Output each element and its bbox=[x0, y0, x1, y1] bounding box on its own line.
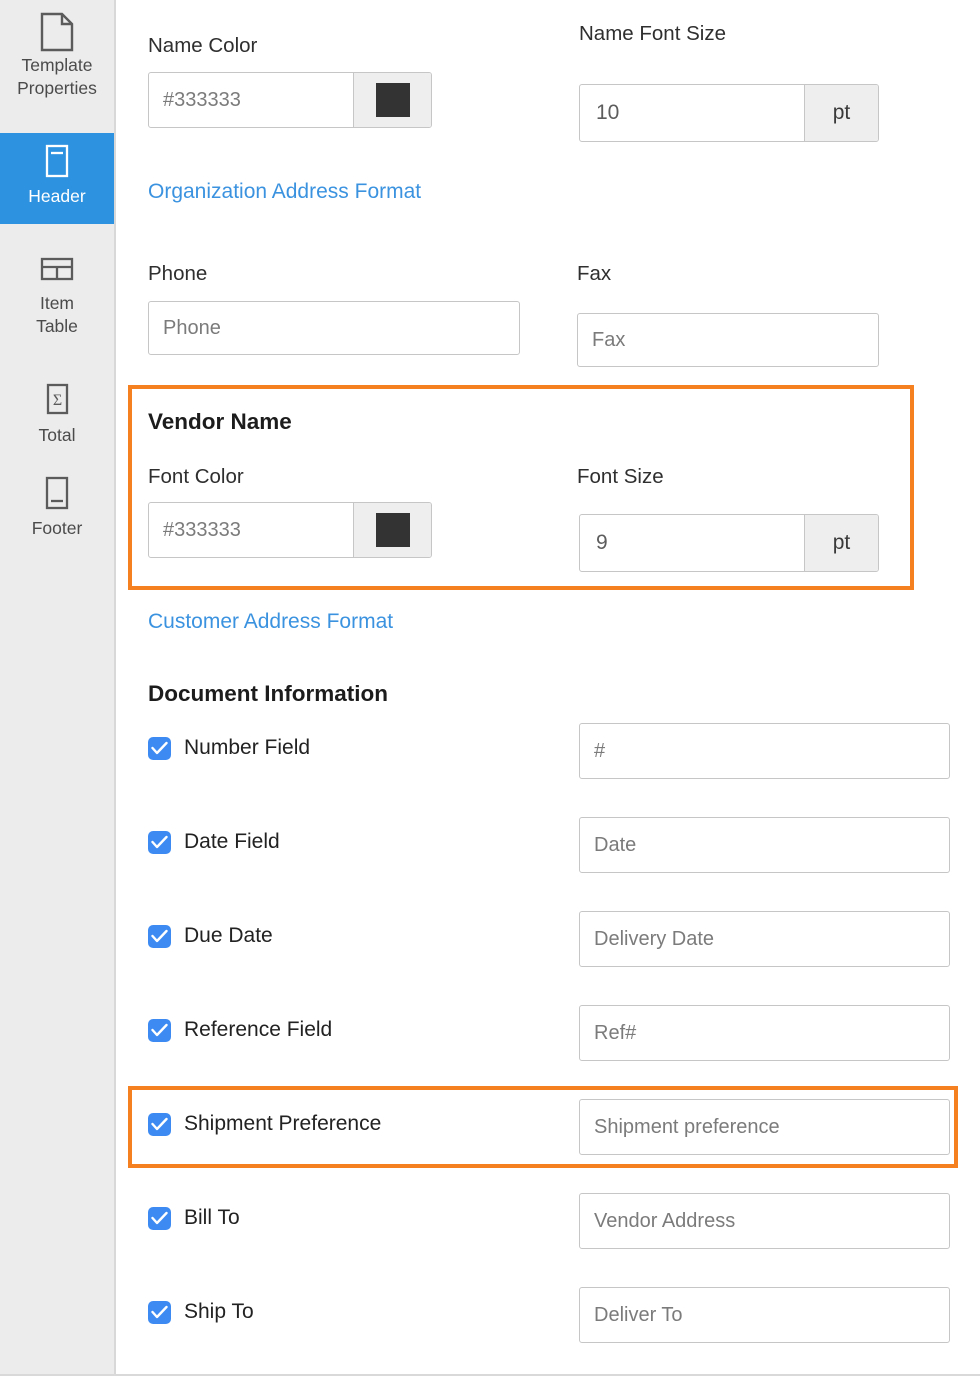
input-number-field[interactable]: # bbox=[579, 723, 950, 779]
name-color-picker[interactable]: #333333 bbox=[148, 72, 432, 128]
sidebar-label-footer: Footer bbox=[4, 517, 110, 540]
vendor-font-size-input[interactable]: 9 bbox=[580, 515, 804, 571]
organization-address-format-link[interactable]: Organization Address Format bbox=[148, 180, 421, 204]
label-reference-field: Reference Field bbox=[184, 1018, 332, 1042]
color-swatch-icon bbox=[376, 83, 410, 117]
row-date-field[interactable]: Date Field bbox=[148, 830, 280, 854]
input-due-date[interactable]: Delivery Date bbox=[579, 911, 950, 967]
color-swatch-icon bbox=[376, 513, 410, 547]
vendor-font-color-label: Font Color bbox=[148, 465, 244, 489]
template-editor-panel: Template Properties Header bbox=[0, 0, 980, 1376]
input-ship-to[interactable]: Deliver To bbox=[579, 1287, 950, 1343]
document-information-title: Document Information bbox=[148, 681, 388, 707]
checkbox-shipment-preference[interactable] bbox=[148, 1113, 171, 1136]
row-number-field[interactable]: Number Field bbox=[148, 736, 310, 760]
checkbox-number-field[interactable] bbox=[148, 737, 171, 760]
vendor-font-color-input[interactable]: #333333 bbox=[149, 503, 353, 557]
fax-input[interactable]: Fax bbox=[577, 313, 879, 367]
name-font-size-input[interactable]: 10 bbox=[580, 85, 804, 141]
table-icon bbox=[4, 250, 110, 290]
input-date-field[interactable]: Date bbox=[579, 817, 950, 873]
name-color-swatch-button[interactable] bbox=[353, 73, 431, 127]
sidebar-label-header: Header bbox=[4, 185, 110, 208]
sidebar-item-footer[interactable]: Footer bbox=[0, 465, 114, 552]
label-number-field: Number Field bbox=[184, 736, 310, 760]
name-font-size-unit: pt bbox=[804, 85, 878, 141]
header-settings-content: Name Color #333333 Name Font Size 10 pt … bbox=[118, 0, 980, 1376]
checkbox-date-field[interactable] bbox=[148, 831, 171, 854]
footer-block-icon bbox=[4, 475, 110, 515]
row-due-date[interactable]: Due Date bbox=[148, 924, 273, 948]
vendor-font-color-swatch-button[interactable] bbox=[353, 503, 431, 557]
row-bill-to[interactable]: Bill To bbox=[148, 1206, 240, 1230]
checkbox-due-date[interactable] bbox=[148, 925, 171, 948]
vendor-name-title: Vendor Name bbox=[148, 409, 292, 435]
row-shipment-preference[interactable]: Shipment Preference bbox=[148, 1112, 381, 1136]
sidebar-label-total: Total bbox=[4, 424, 110, 447]
header-block-icon bbox=[4, 143, 110, 183]
vendor-font-size-label: Font Size bbox=[577, 465, 664, 489]
sidebar-item-header[interactable]: Header bbox=[0, 133, 114, 224]
phone-input[interactable]: Phone bbox=[148, 301, 520, 355]
vendor-font-size-unit: pt bbox=[804, 515, 878, 571]
name-color-label: Name Color bbox=[148, 34, 257, 58]
label-due-date: Due Date bbox=[184, 924, 273, 948]
vendor-font-size-field[interactable]: 9 pt bbox=[579, 514, 879, 572]
label-bill-to: Bill To bbox=[184, 1206, 240, 1230]
label-date-field: Date Field bbox=[184, 830, 280, 854]
checkbox-bill-to[interactable] bbox=[148, 1207, 171, 1230]
row-ship-to[interactable]: Ship To bbox=[148, 1300, 254, 1324]
sidebar-item-item-table[interactable]: Item Table bbox=[0, 240, 114, 350]
name-font-size-label: Name Font Size bbox=[579, 22, 726, 46]
sidebar-item-template-properties[interactable]: Template Properties bbox=[0, 2, 114, 112]
label-ship-to: Ship To bbox=[184, 1300, 254, 1324]
row-reference-field[interactable]: Reference Field bbox=[148, 1018, 332, 1042]
input-shipment-preference[interactable]: Shipment preference bbox=[579, 1099, 950, 1155]
label-shipment-preference: Shipment Preference bbox=[184, 1112, 381, 1136]
svg-text:Σ: Σ bbox=[53, 392, 62, 409]
checkbox-reference-field[interactable] bbox=[148, 1019, 171, 1042]
name-font-size-field[interactable]: 10 pt bbox=[579, 84, 879, 142]
sidebar-item-total[interactable]: Σ Total bbox=[0, 372, 114, 459]
name-color-input[interactable]: #333333 bbox=[149, 73, 353, 127]
fax-label: Fax bbox=[577, 262, 611, 286]
phone-label: Phone bbox=[148, 262, 207, 286]
vendor-font-color-picker[interactable]: #333333 bbox=[148, 502, 432, 558]
customer-address-format-link[interactable]: Customer Address Format bbox=[148, 610, 393, 634]
editor-sidebar: Template Properties Header bbox=[0, 0, 116, 1376]
sidebar-label-item-table: Item Table bbox=[4, 292, 110, 338]
sidebar-label-template-properties: Template Properties bbox=[4, 54, 110, 100]
sigma-icon: Σ bbox=[4, 382, 110, 422]
document-icon bbox=[4, 12, 110, 52]
input-bill-to[interactable]: Vendor Address bbox=[579, 1193, 950, 1249]
checkbox-ship-to[interactable] bbox=[148, 1301, 171, 1324]
input-reference-field[interactable]: Ref# bbox=[579, 1005, 950, 1061]
